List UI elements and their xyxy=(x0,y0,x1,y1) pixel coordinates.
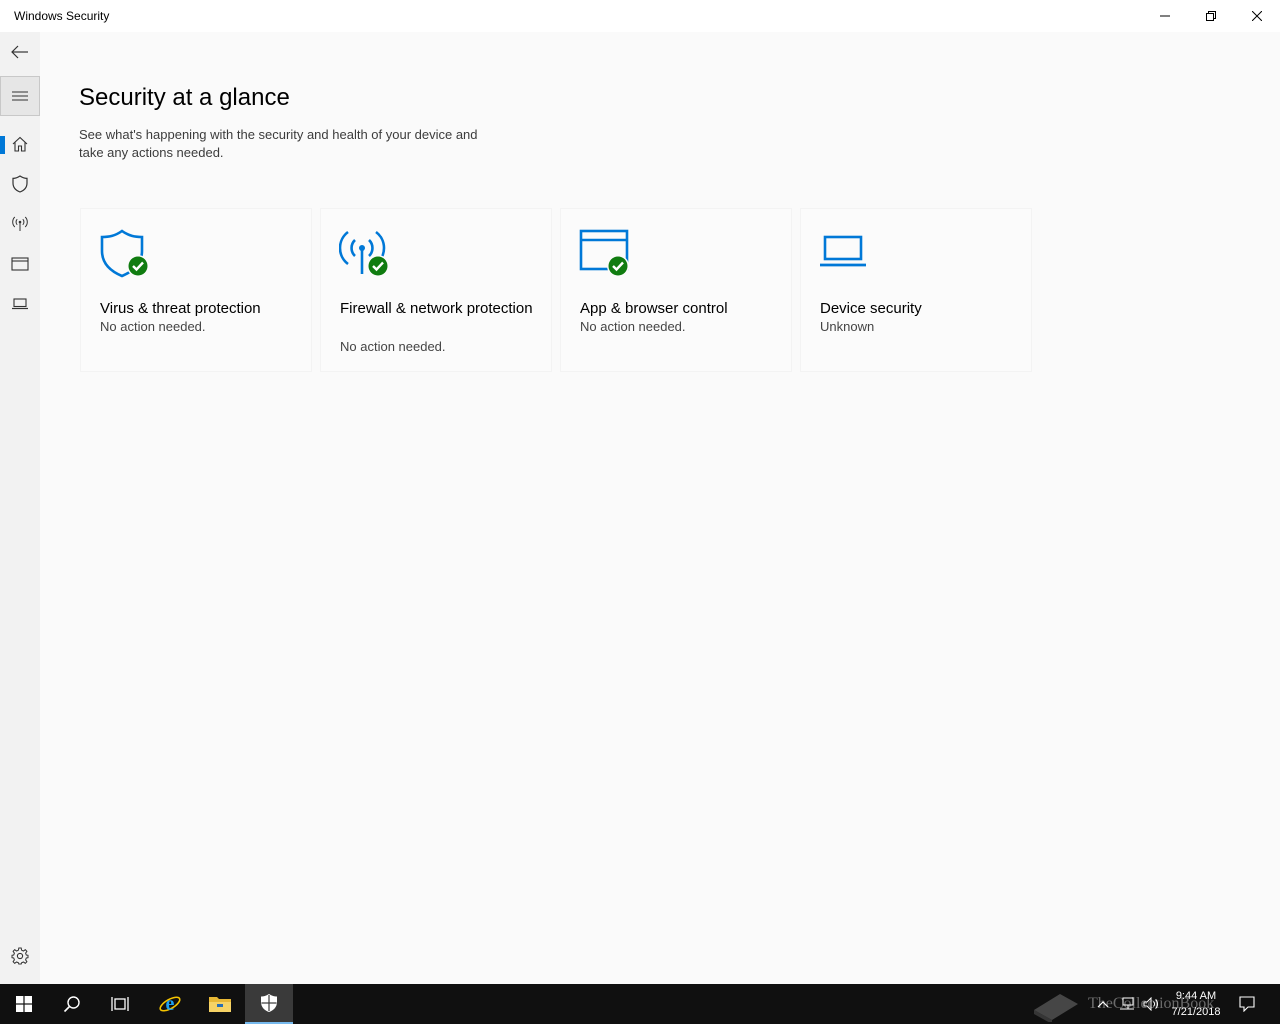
card-status: Unknown xyxy=(820,319,875,334)
internet-explorer-icon: e xyxy=(159,993,181,1015)
svg-text:e: e xyxy=(166,993,175,1015)
nav-device-security[interactable] xyxy=(0,284,40,324)
back-arrow-icon xyxy=(11,45,28,59)
chevron-up-icon xyxy=(1097,1001,1109,1008)
card-app-browser-control[interactable]: App & browser control No action needed. xyxy=(560,208,792,372)
shield-check-icon xyxy=(99,229,155,279)
task-view-button[interactable] xyxy=(96,984,144,1024)
restore-button[interactable] xyxy=(1188,0,1234,32)
settings-button[interactable] xyxy=(0,936,40,976)
card-title: Virus & threat protection xyxy=(100,300,261,317)
minimize-button[interactable] xyxy=(1142,0,1188,32)
main-content: Security at a glance See what's happenin… xyxy=(40,32,1280,984)
clock-time: 9:44 AM xyxy=(1175,990,1217,1002)
selection-indicator xyxy=(0,136,5,154)
taskbar: e TheCollectionBook 9:44 AM 7/21/2018 xyxy=(0,984,1280,1024)
speaker-icon xyxy=(1143,997,1158,1011)
window-title: Windows Security xyxy=(14,9,110,23)
card-title: App & browser control xyxy=(580,300,728,317)
file-explorer-icon xyxy=(209,997,231,1012)
restore-icon xyxy=(1206,11,1216,21)
browser-check-icon xyxy=(579,229,635,279)
nav-app-browser-control[interactable] xyxy=(0,244,40,284)
browser-window-icon xyxy=(11,257,29,271)
card-status: No action needed. xyxy=(340,339,446,354)
internet-explorer-button[interactable]: e xyxy=(146,984,194,1024)
antenna-check-icon xyxy=(339,229,395,279)
shield-icon xyxy=(12,175,28,193)
page-description: See what's happening with the security a… xyxy=(79,127,478,160)
file-explorer-button[interactable] xyxy=(196,984,244,1024)
close-button[interactable] xyxy=(1234,0,1280,32)
network-icon xyxy=(1120,997,1134,1010)
minimize-icon xyxy=(1160,15,1170,17)
nav-firewall-network-protection[interactable] xyxy=(0,204,40,244)
windows-security-icon xyxy=(261,994,277,1012)
action-center-button[interactable] xyxy=(1232,984,1262,1024)
card-firewall-network-protection[interactable]: Firewall & network protection No action … xyxy=(320,208,552,372)
book-icon xyxy=(1034,994,1078,1022)
back-button[interactable] xyxy=(0,32,40,72)
nav-home[interactable] xyxy=(0,124,40,164)
card-virus-threat-protection[interactable]: Virus & threat protection No action need… xyxy=(80,208,312,372)
card-title: Device security xyxy=(820,300,922,317)
hamburger-icon xyxy=(12,91,28,101)
card-status: No action needed. xyxy=(100,319,206,334)
card-title: Firewall & network protection xyxy=(340,300,533,317)
search-icon xyxy=(63,996,80,1013)
task-view-icon xyxy=(111,997,129,1011)
show-hidden-icons-button[interactable] xyxy=(1092,984,1114,1024)
card-status: No action needed. xyxy=(580,319,686,334)
notification-icon xyxy=(1239,996,1255,1012)
clock-date: 7/21/2018 xyxy=(1171,1006,1221,1018)
clock[interactable]: 9:44 AM 7/21/2018 xyxy=(1164,988,1228,1020)
antenna-icon xyxy=(12,216,28,231)
search-button[interactable] xyxy=(48,984,96,1024)
laptop-icon xyxy=(12,298,28,310)
volume-tray-button[interactable] xyxy=(1140,984,1162,1024)
nav-virus-threat-protection[interactable] xyxy=(0,164,40,204)
windows-security-taskbar-button[interactable] xyxy=(245,984,293,1024)
navigation-rail xyxy=(0,32,40,984)
gear-icon xyxy=(11,947,29,965)
close-icon xyxy=(1252,11,1262,21)
start-icon xyxy=(16,996,32,1012)
laptop-icon xyxy=(819,229,875,279)
start-button[interactable] xyxy=(0,984,48,1024)
card-device-security[interactable]: Device security Unknown xyxy=(800,208,1032,372)
network-tray-button[interactable] xyxy=(1116,984,1138,1024)
menu-button[interactable] xyxy=(0,76,40,116)
page-title: Security at a glance xyxy=(79,84,290,111)
title-bar: Windows Security xyxy=(0,0,1280,32)
home-icon xyxy=(12,136,28,152)
